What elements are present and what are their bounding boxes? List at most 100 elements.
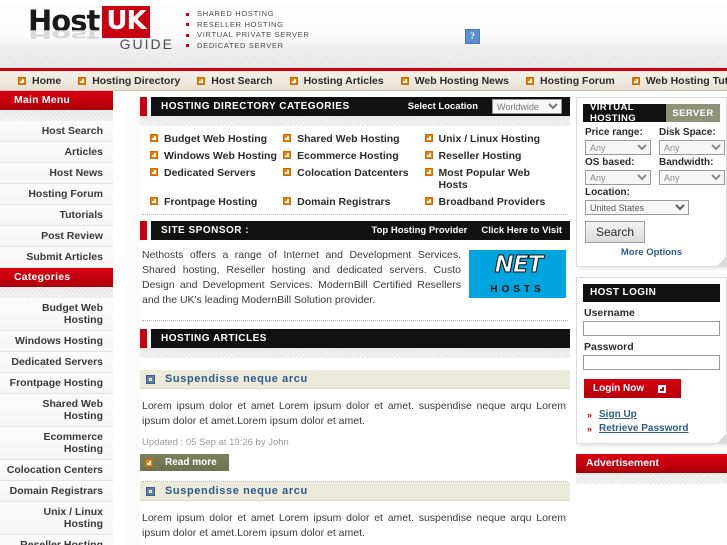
sidebar-item-post-review[interactable]: Post Review: [0, 226, 113, 247]
sidebar-item-unix-linux-hosting[interactable]: Unix / Linux Hosting: [0, 502, 113, 535]
sidebar-item-dedicated-servers[interactable]: Dedicated Servers: [0, 352, 113, 373]
directory-location-controls: Select Location Worldwide: [408, 99, 570, 114]
password-input[interactable]: [583, 355, 720, 370]
advertisement-title: Advertisement: [576, 454, 727, 473]
plus-icon: [197, 76, 206, 85]
directory-panel-title: HOSTING DIRECTORY CATEGORIES: [161, 101, 350, 112]
directory-category-reseller-hosting[interactable]: Reseller Hosting: [424, 150, 566, 162]
directory-category-ecommerce-hosting[interactable]: Ecommerce Hosting: [283, 150, 424, 162]
retrieve-password-row[interactable]: » Retrieve Password: [587, 423, 720, 434]
sidebar-item-hosting-forum[interactable]: Hosting Forum: [0, 184, 113, 205]
bandwidth-label: Bandwidth:: [659, 157, 714, 168]
sidebar-item-windows-hosting[interactable]: Windows Hosting: [0, 331, 113, 352]
nethosts-logo-line1: NET: [494, 252, 544, 279]
nav-item-web-hosting-tutorials[interactable]: Web Hosting Tutorials: [631, 75, 727, 87]
spacer: [140, 358, 570, 370]
plus-icon: [424, 134, 433, 142]
sidebar-item-ecommerce-hosting[interactable]: Ecommerce Hosting: [0, 427, 113, 460]
sidebar-item-host-search[interactable]: Host Search: [0, 121, 113, 142]
disk-space-select[interactable]: Any: [659, 140, 725, 155]
location-select[interactable]: Worldwide: [492, 99, 562, 114]
sponsor-links: Top Hosting Provider Click Here to Visit: [372, 225, 571, 236]
bandwidth-select[interactable]: Any: [659, 170, 725, 185]
nav-item-hosting-articles[interactable]: Hosting Articles: [289, 75, 384, 87]
login-now-label: Login Now: [593, 383, 645, 394]
click-here-to-visit-link[interactable]: Click Here to Visit: [481, 225, 562, 236]
directory-category-budget-web-hosting[interactable]: Budget Web Hosting: [150, 133, 283, 145]
sidebar-texture-strip: [0, 287, 113, 298]
sidebar-heading-categories: Categories: [0, 268, 113, 287]
retrieve-password-link[interactable]: Retrieve Password: [599, 423, 689, 434]
directory-category-dedicated-servers[interactable]: Dedicated Servers: [150, 167, 283, 191]
tab-server[interactable]: SERVER: [666, 104, 720, 122]
nav-item-home[interactable]: Home: [18, 75, 61, 87]
directory-category-most-popular-web-hosts[interactable]: Most Popular Web Hosts: [424, 167, 566, 191]
nav-item-hosting-forum[interactable]: Hosting Forum: [526, 75, 615, 87]
plus-icon: [526, 76, 535, 85]
sidebar-categories-list: Budget Web Hosting Windows Hosting Dedic…: [0, 298, 113, 545]
sign-up-row[interactable]: » Sign Up: [587, 409, 720, 420]
directory-category-colocation-datcenters[interactable]: Colocation Datcenters: [283, 167, 424, 191]
nav-item-web-hosting-news[interactable]: Web Hosting News: [400, 75, 509, 87]
sidebar-item-domain-registrars[interactable]: Domain Registrars: [0, 481, 113, 502]
sidebar-item-reseller-hosting[interactable]: Reseller Hosting: [0, 535, 113, 545]
more-options-link[interactable]: More Options: [585, 247, 718, 258]
nethosts-logo-line2: HOSTS: [490, 284, 545, 295]
sidebar-item-tutorials[interactable]: Tutorials: [0, 205, 113, 226]
sidebar-item-articles[interactable]: Articles: [0, 142, 113, 163]
login-now-button[interactable]: Login Now: [584, 379, 682, 398]
host-login-title: HOST LOGIN: [583, 284, 720, 302]
plus-icon: [78, 76, 87, 85]
search-button[interactable]: Search: [585, 221, 646, 243]
price-range-select[interactable]: Any: [585, 140, 651, 155]
directory-category-windows-web-hosting[interactable]: Windows Web Hosting: [150, 150, 283, 162]
right-sidebar: VIRTUAL HOSTING SERVER Price range: Any …: [570, 91, 727, 484]
nethosts-logo[interactable]: NET HOSTS: [469, 250, 566, 298]
directory-category-broadband-providers[interactable]: Broadband Providers: [424, 196, 566, 208]
nav-item-host-search[interactable]: Host Search: [197, 75, 273, 87]
plus-icon: [424, 197, 433, 205]
left-sidebar: Main Menu Host Search Articles Host News…: [0, 91, 113, 545]
article-title[interactable]: Suspendisse neque arcu: [165, 485, 308, 497]
sponsor-description: Nethosts offers a range of Internet and …: [142, 249, 461, 306]
category-label: Windows Web Hosting: [164, 150, 277, 162]
username-input[interactable]: [583, 321, 720, 336]
virtual-hosting-tabs: VIRTUAL HOSTING SERVER: [583, 102, 720, 124]
directory-category-frontpage-hosting[interactable]: Frontpage Hosting: [150, 196, 283, 208]
select-location-label: Select Location: [407, 101, 478, 112]
site-logo[interactable]: Host UK GUIDE Host: [28, 6, 176, 54]
plus-icon: [658, 384, 667, 393]
sidebar-item-budget-web-hosting[interactable]: Budget Web Hosting: [0, 298, 113, 331]
directory-category-domain-registrars[interactable]: Domain Registrars: [283, 196, 424, 208]
vh-location-select[interactable]: United States: [585, 200, 689, 215]
header-service-item: VIRTUAL PRIVATE SERVER: [186, 30, 310, 41]
sidebar-item-shared-web-hosting[interactable]: Shared Web Hosting: [0, 394, 113, 427]
sidebar-item-submit-articles[interactable]: Submit Articles: [0, 247, 113, 268]
article-item: Suspendisse neque arcu Lorem ipsum dolor…: [140, 370, 570, 482]
main-content: HOSTING DIRECTORY CATEGORIES Select Loca…: [140, 91, 570, 545]
sidebar-item-frontpage-hosting[interactable]: Frontpage Hosting: [0, 373, 113, 394]
directory-panel-header: HOSTING DIRECTORY CATEGORIES Select Loca…: [140, 97, 570, 116]
sign-up-link[interactable]: Sign Up: [599, 409, 637, 420]
nav-item-hosting-directory[interactable]: Hosting Directory: [78, 75, 180, 87]
sponsor-panel-title: SITE SPONSOR :: [161, 225, 250, 236]
top-hosting-provider-label[interactable]: Top Hosting Provider: [372, 225, 468, 236]
sidebar-heading-main-menu: Main Menu: [0, 91, 113, 110]
plus-icon: [631, 76, 640, 85]
directory-category-shared-web-hosting[interactable]: Shared Web Hosting: [283, 133, 424, 145]
article-title-bar[interactable]: Suspendisse neque arcu: [140, 370, 570, 389]
disk-space-label: Disk Space:: [659, 127, 716, 138]
page-body: Main Menu Host Search Articles Host News…: [0, 91, 727, 545]
field-bandwidth: Bandwidth: Any: [659, 157, 725, 185]
read-more-button[interactable]: Read more: [140, 454, 229, 471]
article-title-bar[interactable]: Suspendisse neque arcu: [140, 482, 570, 501]
advertisement-panel: Advertisement: [576, 454, 727, 484]
tab-virtual-hosting[interactable]: VIRTUAL HOSTING: [583, 102, 666, 124]
directory-category-unix-linux-hosting[interactable]: Unix / Linux Hosting: [424, 133, 566, 145]
panel-texture-strip: [140, 348, 570, 358]
article-title[interactable]: Suspendisse neque arcu: [165, 373, 308, 385]
sidebar-item-colocation-centers[interactable]: Colocation Centers: [0, 460, 113, 481]
sidebar-item-host-news[interactable]: Host News: [0, 163, 113, 184]
os-based-select[interactable]: Any: [585, 170, 651, 185]
